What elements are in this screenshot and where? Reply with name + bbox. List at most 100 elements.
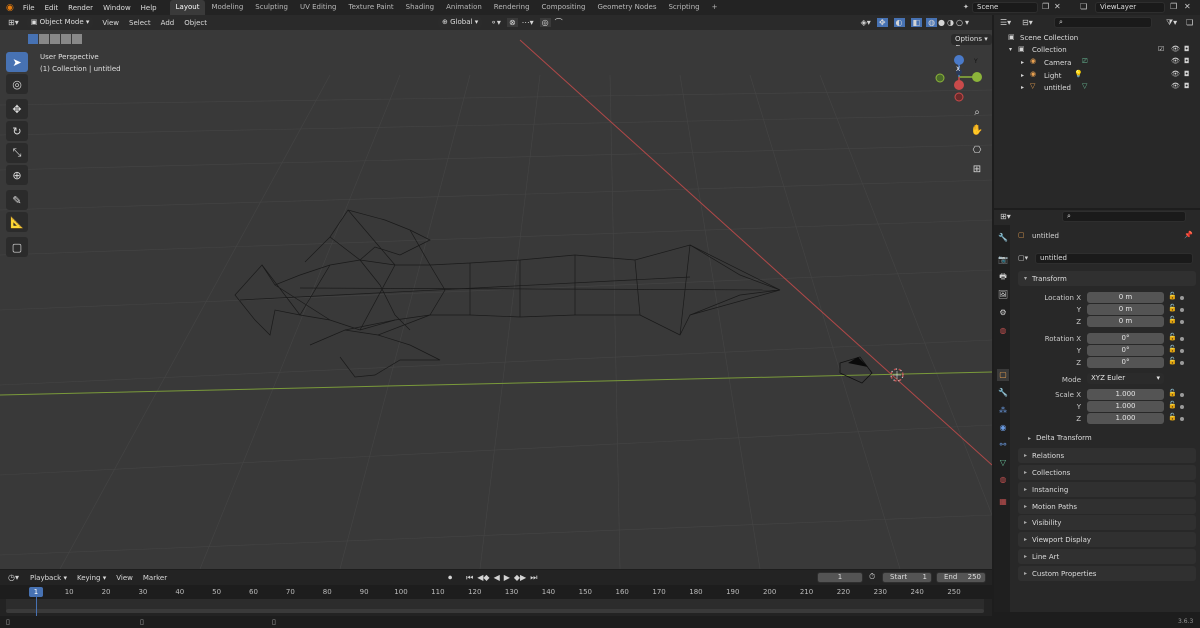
output-tab-icon[interactable]: 🖶 xyxy=(997,271,1009,283)
props-search-input[interactable]: ⌕ xyxy=(1062,211,1186,222)
menu-add[interactable]: Add xyxy=(156,19,180,27)
shading-options-icon[interactable]: ▾ xyxy=(965,18,969,27)
rendered-shading-icon[interactable]: ○ xyxy=(956,18,963,27)
camera-view-button[interactable]: ⎔ xyxy=(968,141,986,159)
rotation-z-keyframe-icon[interactable] xyxy=(1180,361,1184,365)
proportional-edit-icon[interactable]: ◎ xyxy=(539,18,551,27)
jump-end-button[interactable]: ⏭ xyxy=(530,573,537,583)
location-x-lock-icon[interactable]: 🔓 xyxy=(1168,292,1177,300)
proportional-falloff-icon[interactable]: ⌒ xyxy=(555,17,563,28)
rotation-z-lock-icon[interactable]: 🔓 xyxy=(1168,357,1177,365)
playhead-marker[interactable]: 1 xyxy=(29,587,43,597)
collection-visibility-icon[interactable]: 👁 xyxy=(1171,45,1180,53)
xray-toggle-icon[interactable]: ◧ xyxy=(910,18,923,27)
new-collection-icon[interactable]: ❏ xyxy=(1186,18,1193,27)
outliner-editor-type-icon[interactable]: ☰▾ xyxy=(1000,18,1011,27)
menu-render[interactable]: Render xyxy=(63,4,98,12)
transform-orientation-dropdown[interactable]: ⊕ Global ▾ xyxy=(438,17,483,28)
play-reverse-button[interactable]: ◀ xyxy=(494,573,500,582)
perspective-toggle-button[interactable]: ⊞ xyxy=(968,160,986,178)
menu-object[interactable]: Object xyxy=(179,19,212,27)
rotation-y-keyframe-icon[interactable] xyxy=(1180,349,1184,353)
panel-viewport-display[interactable]: ▸ Viewport Display xyxy=(1018,532,1196,547)
tab-uv-editing[interactable]: UV Editing xyxy=(294,0,343,15)
location-z-keyframe-icon[interactable] xyxy=(1180,320,1184,324)
menu-marker[interactable]: Marker xyxy=(138,574,172,582)
scale-x-lock-icon[interactable]: 🔓 xyxy=(1168,389,1177,397)
collection-checkbox-icon[interactable]: ☑ xyxy=(1158,45,1164,53)
annotate-tool-button[interactable]: ✎ xyxy=(6,190,28,210)
menu-window[interactable]: Window xyxy=(98,4,136,12)
move-tool-button[interactable]: ✥ xyxy=(6,99,28,119)
panel-line-art[interactable]: ▸ Line Art xyxy=(1018,549,1196,564)
scale-tool-button[interactable]: ⤡ xyxy=(6,143,28,163)
mesh-data-icon[interactable]: ▽ xyxy=(1082,82,1087,90)
snap-target-icon[interactable]: ⋯▾ xyxy=(522,18,534,27)
scale-y-lock-icon[interactable]: 🔓 xyxy=(1168,401,1177,409)
outliner-item-untitled[interactable]: untitled xyxy=(1044,84,1071,92)
pin-icon[interactable]: 📌 xyxy=(1184,231,1193,239)
pivot-icon[interactable]: ⚬▾ xyxy=(490,18,501,27)
timeline-editor-type-icon[interactable]: ◷▾ xyxy=(8,573,19,582)
material-tab-icon[interactable]: ◍ xyxy=(997,474,1009,486)
object-datablock-icon[interactable]: ▢▾ xyxy=(1018,254,1028,262)
play-button[interactable]: ▶ xyxy=(504,573,510,582)
measure-tool-button[interactable]: 📐 xyxy=(6,212,28,232)
panel-custom-properties[interactable]: ▸ Custom Properties xyxy=(1018,566,1196,581)
prev-keyframe-button[interactable]: ◀◆ xyxy=(477,573,489,582)
constraints-tab-icon[interactable]: ⚯ xyxy=(997,439,1009,451)
light-data-icon[interactable]: 💡 xyxy=(1074,70,1083,78)
scale-x-keyframe-icon[interactable] xyxy=(1180,393,1184,397)
expand-collection-icon[interactable]: ▾ xyxy=(1009,46,1012,53)
frame-end-field[interactable]: End 250 xyxy=(936,572,986,583)
rotation-x-field[interactable]: 0° xyxy=(1087,333,1164,344)
view-layer-icon[interactable]: ❏ xyxy=(1080,2,1087,11)
gizmo-x-label[interactable]: X xyxy=(956,66,960,73)
delete-scene-icon[interactable]: ✕ xyxy=(1054,2,1061,11)
scale-y-field[interactable]: 1.000 xyxy=(1087,401,1164,412)
display-mode-icon[interactable]: ⊟▾ xyxy=(1022,18,1033,27)
zoom-button[interactable]: ⌕ xyxy=(968,103,986,121)
panel-motion-paths[interactable]: ▸ Motion Paths xyxy=(1018,499,1196,514)
scale-z-lock-icon[interactable]: 🔓 xyxy=(1168,413,1177,421)
scale-x-field[interactable]: 1.000 xyxy=(1087,389,1164,400)
scene-icon[interactable]: ✦ xyxy=(963,3,969,11)
rotation-z-field[interactable]: 0° xyxy=(1087,357,1164,368)
render-tab-icon[interactable]: 📷 xyxy=(997,254,1009,266)
outliner-item-camera[interactable]: Camera xyxy=(1044,59,1071,67)
current-frame-field[interactable]: 1 xyxy=(817,572,863,583)
transform-tool-button[interactable]: ⊕ xyxy=(6,165,28,185)
wireframe-shading-icon[interactable]: ◍ xyxy=(926,18,938,27)
menu-edit[interactable]: Edit xyxy=(40,4,64,12)
menu-file[interactable]: File xyxy=(18,4,40,12)
record-button[interactable]: ⏺ xyxy=(448,573,452,583)
timeline-scrollbar[interactable] xyxy=(6,609,984,613)
location-x-keyframe-icon[interactable] xyxy=(1180,296,1184,300)
collection-render-icon[interactable]: ◘ xyxy=(1184,45,1190,53)
viewport-canvas[interactable] xyxy=(0,15,992,569)
light-visibility-icon[interactable]: 👁 xyxy=(1171,70,1180,78)
tool-tab-icon[interactable]: 🔧 xyxy=(997,232,1009,244)
add-cube-tool-button[interactable]: ▢ xyxy=(6,237,28,257)
tab-texture-paint[interactable]: Texture Paint xyxy=(343,0,400,15)
menu-view[interactable]: View xyxy=(97,19,124,27)
tab-animation[interactable]: Animation xyxy=(440,0,488,15)
filter-icon[interactable]: ⧩▾ xyxy=(1166,18,1177,28)
pan-button[interactable]: ✋ xyxy=(968,121,986,139)
mode-dropdown[interactable]: ▣ Object Mode ▾ xyxy=(26,17,94,28)
material-shading-icon[interactable]: ◑ xyxy=(947,18,954,27)
delta-transform-header[interactable]: ▸ Delta Transform xyxy=(1028,434,1092,442)
frame-start-field[interactable]: Start 1 xyxy=(882,572,932,583)
object-tab-icon[interactable]: ▢ xyxy=(997,369,1009,381)
visibility-icon[interactable]: ◈▾ xyxy=(861,18,871,27)
light-render-icon[interactable]: ◘ xyxy=(1184,70,1190,78)
overlay-toggle-icon[interactable]: ◐ xyxy=(893,18,905,27)
stopwatch-icon[interactable]: ⏱ xyxy=(869,572,875,582)
copy-scene-icon[interactable]: ❐ xyxy=(1042,2,1049,11)
scene-field[interactable]: Scene xyxy=(972,2,1038,13)
data-tab-icon[interactable]: ▽ xyxy=(997,457,1009,469)
scale-z-keyframe-icon[interactable] xyxy=(1180,417,1184,421)
add-workspace-button[interactable]: + xyxy=(706,0,724,15)
tab-layout[interactable]: Layout xyxy=(169,0,206,15)
object-name-field[interactable]: untitled xyxy=(1035,253,1193,264)
